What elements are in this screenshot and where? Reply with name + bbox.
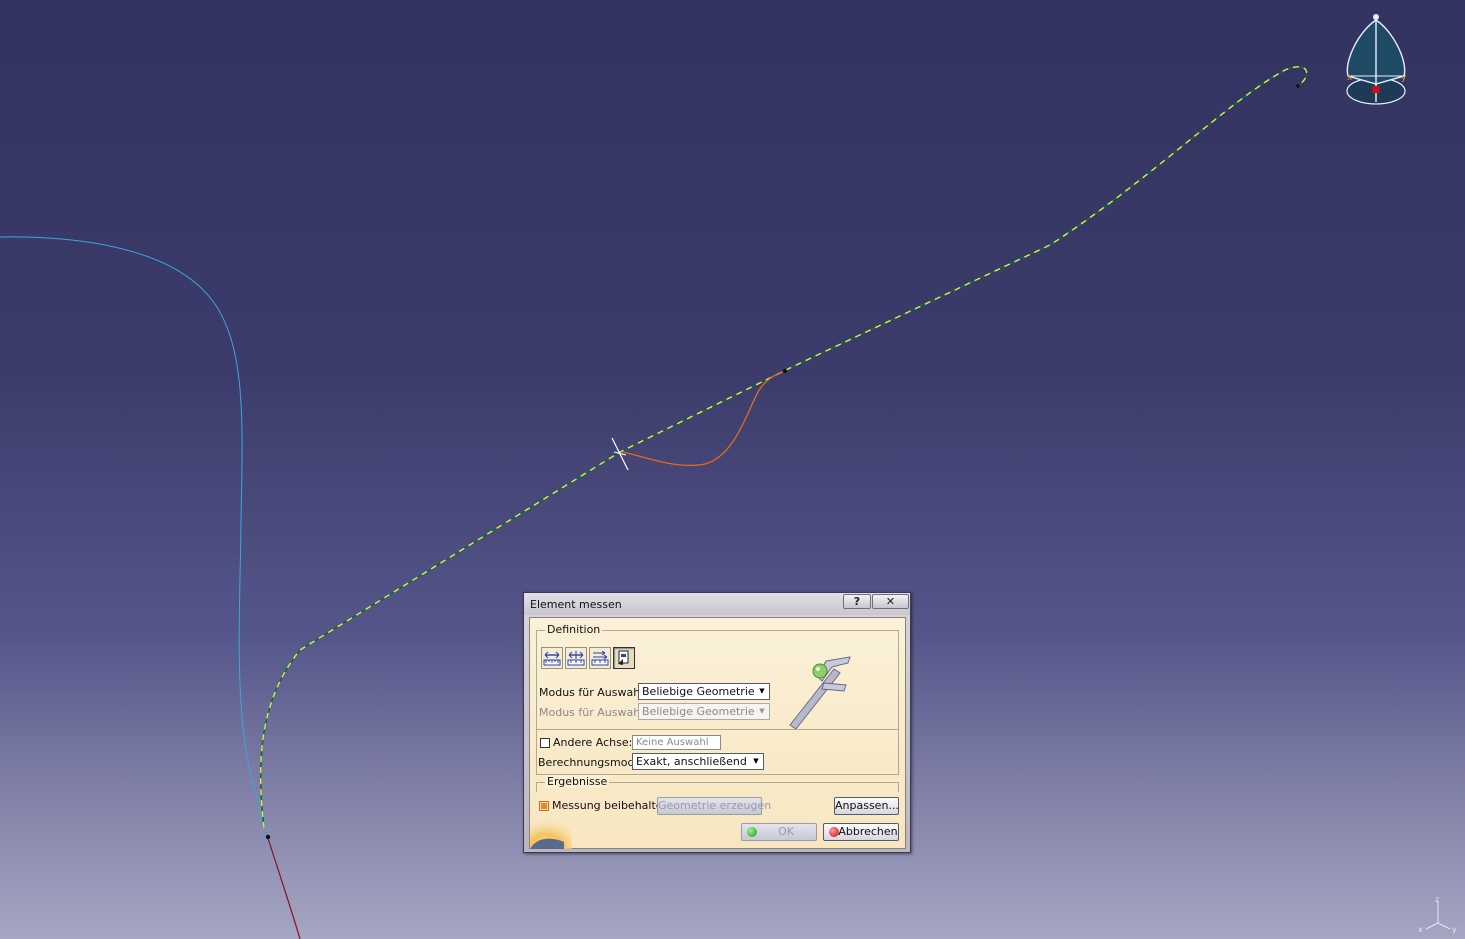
measure-item-dialog: Element messen ? ✕ Definition Modus für …	[523, 592, 911, 853]
other-axis-field[interactable]: Keine Auswahl	[632, 735, 721, 750]
compass-icon[interactable]: x y	[1342, 12, 1412, 108]
help-button[interactable]: ?	[843, 594, 871, 609]
other-axis-label: Andere Achse:	[553, 736, 633, 749]
measure-between-button[interactable]	[541, 647, 563, 669]
other-axis-checkbox[interactable]	[540, 738, 550, 748]
curve-endpoint	[782, 368, 788, 374]
cancel-button[interactable]: Abbrechen	[823, 823, 899, 841]
mode1-dropdown[interactable]: Beliebige Geometrie ▼	[638, 683, 770, 700]
calc-mode-dropdown[interactable]: Exakt, anschließend ange ▼	[632, 753, 764, 770]
curve-endpoint	[265, 834, 271, 840]
definition-group: Definition Modus für Auswahl 1: Beliebig…	[536, 623, 899, 775]
keep-measure-label: Messung beibehalten	[552, 799, 670, 812]
triad-x-label: x	[1418, 925, 1423, 934]
ok-label: OK	[778, 825, 794, 838]
dialog-title: Element messen	[530, 598, 622, 611]
calc-mode-value: Exakt, anschließend ange	[636, 755, 764, 768]
keep-measure-checkbox[interactable]	[539, 801, 549, 811]
results-group-title: Ergebnisse	[545, 775, 610, 788]
measure-between-icon	[543, 651, 561, 666]
definition-group-title: Definition	[545, 623, 603, 636]
compass-x-label: x	[1347, 73, 1353, 83]
dialog-content: Definition Modus für Auswahl 1: Beliebig…	[529, 617, 906, 849]
measure-fan-button[interactable]	[589, 647, 611, 669]
customize-button[interactable]: Anpassen...	[834, 797, 899, 815]
measure-fan-icon	[591, 650, 609, 666]
chevron-down-icon: ▼	[749, 754, 763, 769]
results-group: Ergebnisse	[536, 775, 899, 792]
red-curve[interactable]	[267, 837, 301, 939]
measure-item-button[interactable]	[613, 647, 635, 669]
chevron-down-icon: ▼	[755, 704, 769, 719]
mode2-value: Beliebige Geometrie	[642, 705, 755, 718]
measure-item-icon	[618, 650, 629, 665]
curve-endpoint	[1296, 84, 1300, 88]
mode2-dropdown[interactable]: Beliebige Geometrie ▼	[638, 703, 770, 720]
close-button[interactable]: ✕	[872, 594, 909, 609]
divider	[537, 729, 898, 730]
logo-icon	[530, 814, 572, 849]
blue-spline-curve[interactable]	[0, 236, 267, 837]
compass-y-label: y	[1401, 73, 1407, 83]
measure-item-chain-icon	[567, 651, 585, 666]
dialog-titlebar[interactable]: Element messen ? ✕	[524, 593, 910, 615]
mode1-value: Beliebige Geometrie	[642, 685, 755, 698]
orange-curve[interactable]	[621, 370, 786, 466]
triad-y-label: y	[1452, 925, 1457, 934]
create-geometry-button[interactable]: Geometrie erzeugen	[657, 797, 771, 815]
triad-z-label: z	[1435, 895, 1439, 904]
cancel-icon	[829, 827, 839, 837]
ok-icon	[747, 827, 757, 837]
chevron-down-icon: ▼	[755, 684, 769, 699]
axis-triad-icon: z x y	[1418, 895, 1457, 934]
measure-plane-marker	[611, 437, 629, 471]
measure-chain-button[interactable]	[565, 647, 587, 669]
caliper-icon	[789, 656, 851, 729]
ok-button[interactable]: OK	[741, 823, 817, 841]
